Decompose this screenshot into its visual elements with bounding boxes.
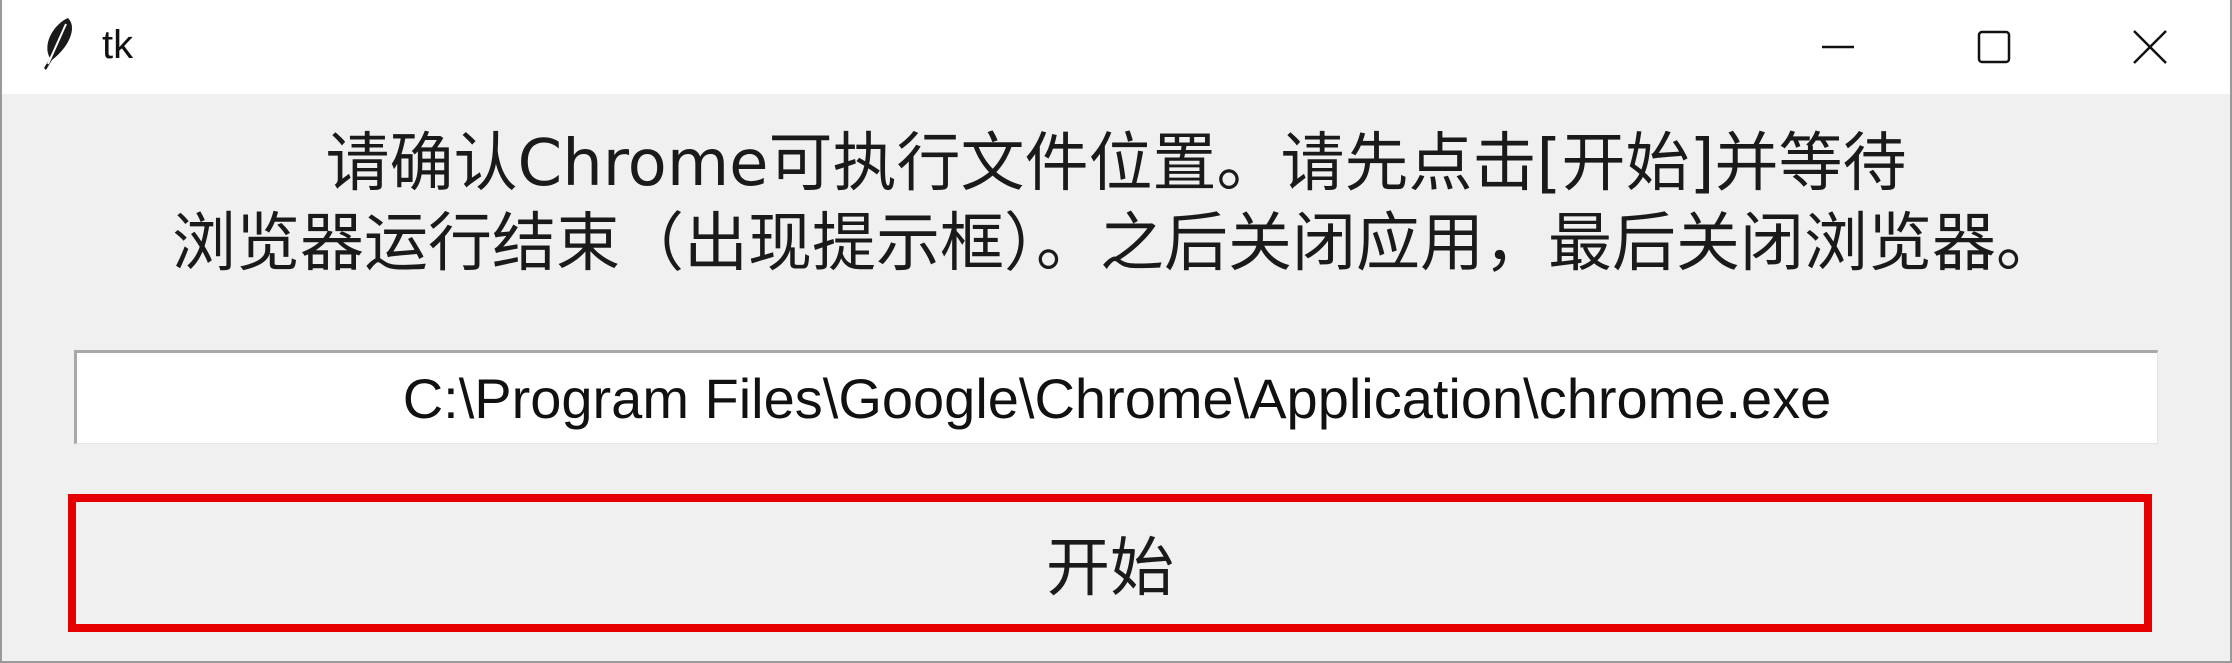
close-icon (2131, 28, 2169, 66)
instructions-label: 请确认Chrome可执行文件位置。请先点击[开始]并等待 浏览器运行结束（出现提… (2, 124, 2230, 284)
close-button[interactable] (2072, 0, 2228, 94)
chrome-path-input[interactable] (74, 350, 2158, 444)
app-window: tk 请确认Chrome可执行文件位置。请先点击[开始]并等待 浏览器运行结束（… (0, 0, 2232, 663)
title-bar[interactable]: tk (2, 0, 2230, 94)
minimize-icon (1820, 29, 1856, 65)
minimize-button[interactable] (1760, 0, 1916, 94)
feather-icon (38, 14, 78, 74)
instructions-line-2: 浏览器运行结束（出现提示框）。之后关闭应用，最后关闭浏览器。 (172, 207, 2060, 281)
maximize-button[interactable] (1916, 0, 2072, 94)
instructions-line-1: 请确认Chrome可执行文件位置。请先点击[开始]并等待 (325, 127, 1907, 201)
window-title: tk (102, 23, 134, 67)
start-button[interactable]: 开始 (68, 494, 2152, 632)
maximize-icon (1976, 29, 2012, 65)
